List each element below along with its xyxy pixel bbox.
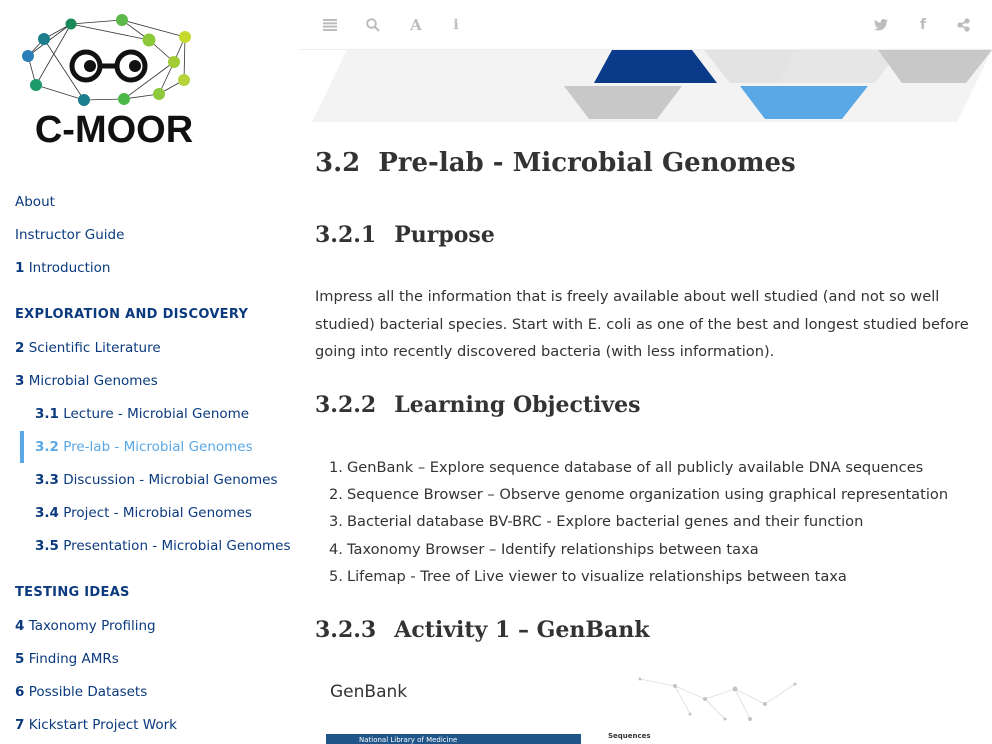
sidebar-item-label: Taxonomy Profiling [28,618,156,634]
info-icon[interactable]: i [447,16,465,34]
sidebar-item-introduction[interactable]: 1 Introduction [15,258,110,278]
sidebar-item-label: Possible Datasets [28,684,148,700]
sidebar-item-number: 3.4 [35,505,59,521]
sidebar-item-microbial-genomes[interactable]: 3 Microbial Genomes [15,371,158,391]
sidebar-item-label: About [15,194,55,210]
search-icon[interactable] [364,16,382,34]
heading-activity-1: 3.2.3 Activity 1 – GenBank [315,617,649,643]
list-item: 3. Bacterial database BV-BRC - Explore ba… [329,513,864,531]
sidebar-item-kickstart-project[interactable]: 7 Kickstart Project Work [15,715,177,735]
active-indicator [20,431,24,463]
sidebar-item-possible-datasets[interactable]: 6 Possible Datasets [15,682,147,702]
sidebar-item-finding-amrs[interactable]: 5 Finding AMRs [15,649,119,669]
sidebar-item-label: Presentation - Microbial Genomes [63,538,291,554]
sidebar-item-number: 5 [15,651,25,667]
sidebar-item-number: 3.1 [35,406,59,422]
sidebar-item-label: Finding AMRs [28,651,119,667]
sidebar-item-instructor-guide[interactable]: Instructor Guide [15,225,124,245]
sidebar-item-presentation[interactable]: 3.5 Presentation - Microbial Genomes [35,536,291,556]
sidebar-item-pre-lab[interactable]: 3.2 Pre-lab - Microbial Genomes [35,437,253,457]
share-icon[interactable] [954,16,972,34]
list-item: 1. GenBank – Explore sequence database of… [329,459,924,476]
sidebar-item-label: Microbial Genomes [28,373,158,389]
sidebar-item-number: 1 [15,260,25,276]
sidebar-item-number: 2 [15,340,25,356]
heading-text: Purpose [394,222,495,248]
toolbar: A i f [300,0,992,50]
purpose-paragraph: Impress all the information that is free… [315,288,969,360]
c-moor-logo[interactable]: C-MOOR [14,8,214,153]
sidebar-item-label: Introduction [28,260,111,276]
heading-text: Activity 1 – GenBank [394,617,650,643]
heading-learning-objectives: 3.2.2 Learning Objectives [315,392,641,418]
list-item: 2. Sequence Browser – Observe genome orga… [329,486,949,504]
list-item: 4. Taxonomy Browser – Identify relationsh… [329,540,759,558]
section-number: 3.2 [315,148,361,178]
twitter-icon[interactable] [872,16,890,34]
sidebar-section-exploration: EXPLORATION AND DISCOVERY [15,307,249,322]
sidebar-item-scientific-literature[interactable]: 2 Scientific Literature [15,338,161,358]
sidebar-item-about[interactable]: About [15,192,55,212]
sidebar-item-number: 6 [15,684,25,700]
section-number: 3.2.1 [315,222,377,248]
sidebar-item-taxonomy-profiling[interactable]: 4 Taxonomy Profiling [15,616,156,636]
logo-text: C-MOOR [35,109,193,151]
sidebar-item-label: Instructor Guide [15,227,125,243]
sidebar-item-label: Scientific Literature [28,340,161,356]
sidebar-item-label: Project - Microbial Genomes [63,505,252,521]
sidebar-item-discussion[interactable]: 3.3 Discussion - Microbial Genomes [35,470,278,490]
sidebar-item-number: 3.3 [35,472,59,488]
facebook-icon[interactable]: f [914,16,932,34]
page-title-text: Pre-lab - Microbial Genomes [378,148,796,178]
sidebar-item-project[interactable]: 3.4 Project - Microbial Genomes [35,503,252,523]
font-icon[interactable]: A [407,16,425,34]
figure-ncbi-header-text: National Library of Medicine [359,736,458,744]
figure-network-graphic [638,677,797,721]
heading-text: Learning Objectives [394,392,641,418]
sidebar-section-testing-ideas: TESTING IDEAS [15,585,130,600]
section-number: 3.2.2 [315,392,377,418]
heading-purpose: 3.2.1 Purpose [315,222,495,248]
banner-image [312,50,992,122]
figure-sequences-label: Sequences [608,732,651,740]
objectives-list: 1. GenBank – Explore sequence database of… [315,454,985,590]
sidebar-item-label: Pre-lab - Microbial Genomes [63,439,253,455]
page-title: 3.2 Pre-lab - Microbial Genomes [315,148,796,178]
sidebar-item-number: 3 [15,373,25,389]
sidebar-item-number: 3.2 [35,439,59,455]
sidebar-item-number: 3.5 [35,538,59,554]
figure-genbank-label: GenBank [330,682,408,702]
sidebar-item-label: Lecture - Microbial Genome [63,406,250,422]
sidebar: C-MOOR About Instructor Guide 1 Introduc… [0,0,300,744]
menu-icon[interactable] [321,16,339,34]
section-number: 3.2.3 [315,617,377,643]
sidebar-item-number: 7 [15,717,25,733]
sidebar-item-number: 4 [15,618,25,634]
list-item: 5. Lifemap - Tree of Live viewer to visua… [329,567,847,585]
sidebar-item-lecture[interactable]: 3.1 Lecture - Microbial Genome [35,404,249,424]
sidebar-item-label: Discussion - Microbial Genomes [63,472,278,488]
sidebar-item-label: Kickstart Project Work [28,717,177,733]
